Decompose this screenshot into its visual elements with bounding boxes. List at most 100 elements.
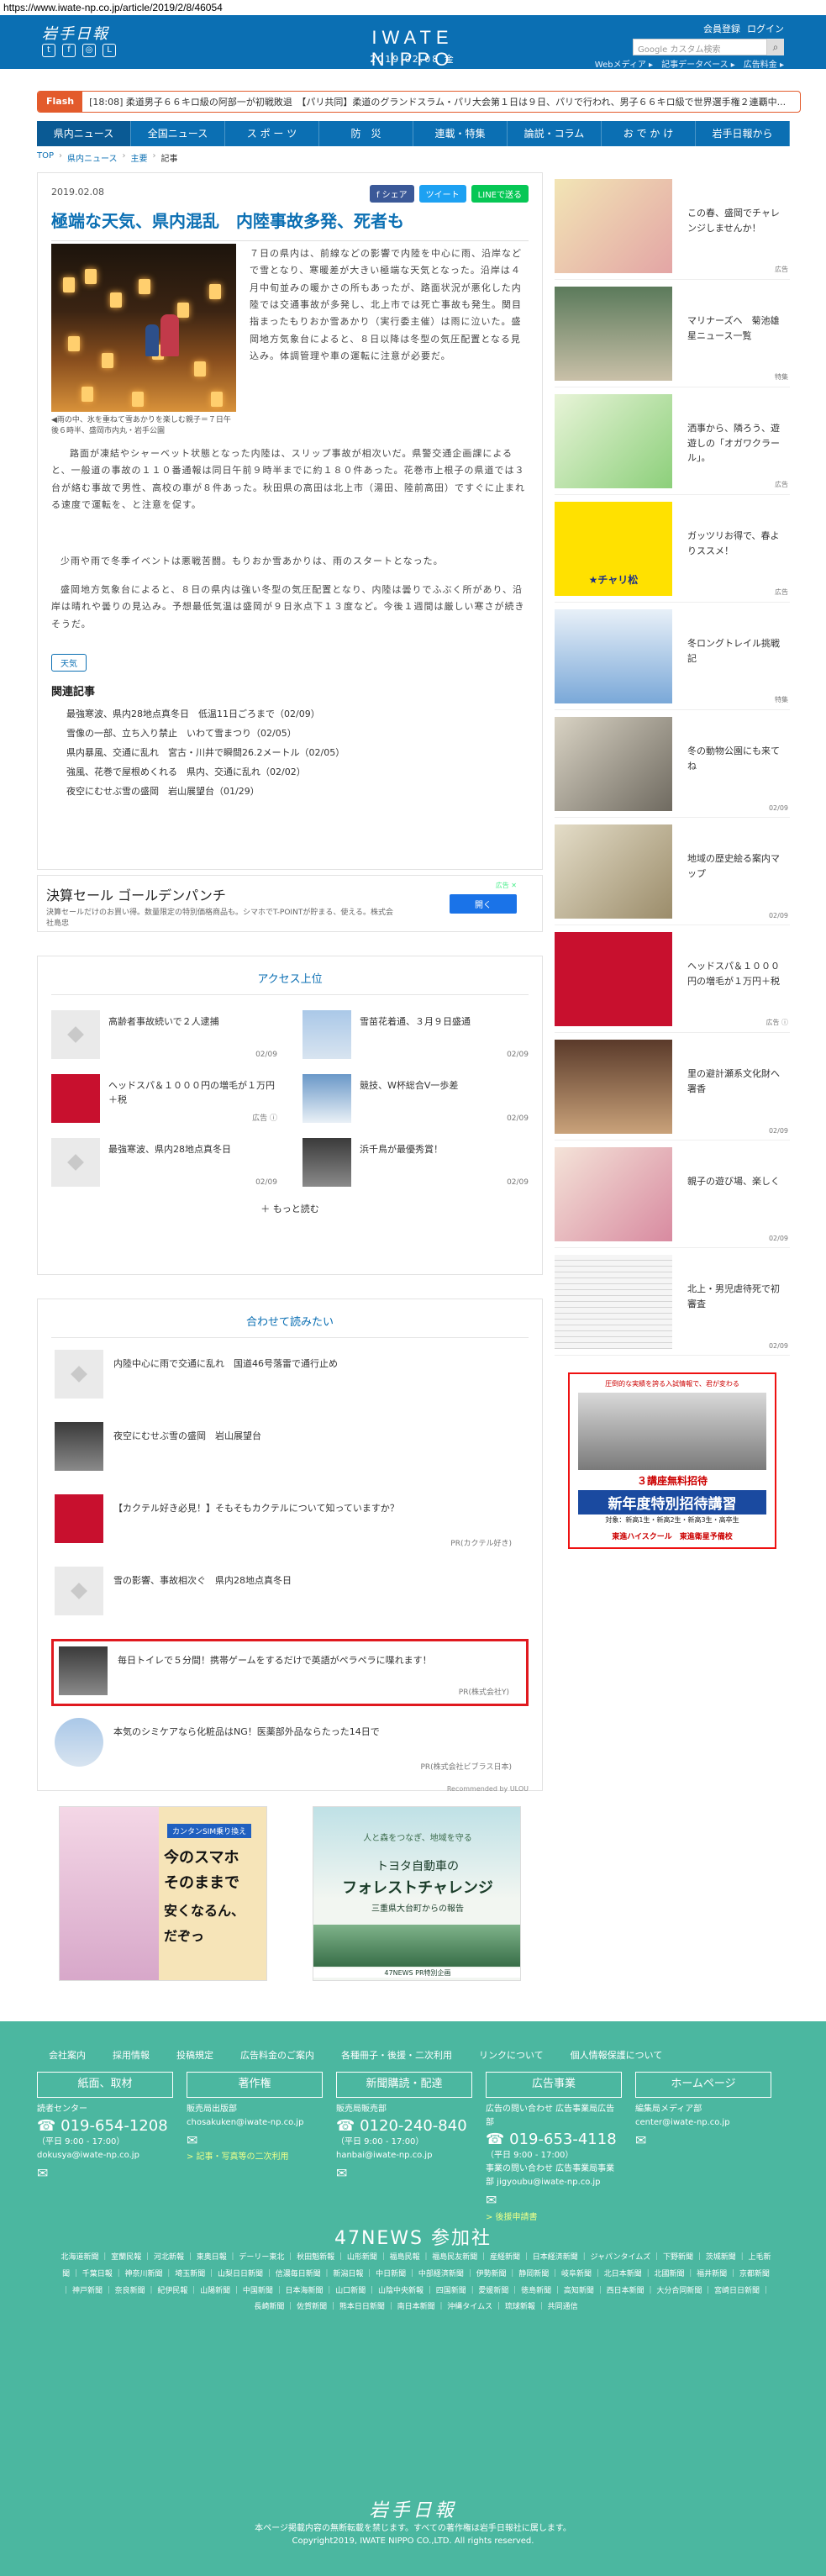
line-icon[interactable]: L [103,44,116,57]
banner-text: 人と森をつなぎ、地域を守る [363,1834,472,1843]
footer-link-rules[interactable]: 投稿規定 [176,2048,213,2062]
ranking-item[interactable]: 雪苗花着通、３月９日盛通 02/09 [303,1010,529,1059]
search-icon[interactable]: ⌕ [767,39,784,55]
footer-link-ad-rates[interactable]: 広告料金のご案内 [240,2048,314,2062]
toyota-banner[interactable]: 人と森をつなぎ、地域を守る トヨタ自動車の フォレストチャレンジ 三重県大台町か… [313,1806,521,1981]
mail-icon[interactable]: ✉ [635,2130,771,2152]
facebook-icon[interactable]: f [62,44,76,57]
side-item[interactable]: ★チャリ松 ガッツリお得で、春よりススメ！ 広告 [555,495,790,603]
recommend-item[interactable]: 【カクテル好き必見！】そもそもカクテルについて知っていますか？ PR(カクテル好… [51,1494,529,1555]
related-title: 関連記事 [51,686,96,698]
related-item[interactable]: 強風、花巻で屋根めくれる 県内、交通に乱れ（02/02） [66,762,345,782]
side-item[interactable]: 洒事から、隣ろう、遊遊しの「オガワクラール」。 広告 [555,387,790,495]
ad-banner[interactable]: 決算セール ゴールデンパンチ 決算セールだけのお買い得。数量限定の特別価格商品も… [37,875,543,932]
footer-link-company[interactable]: 会社案内 [49,2048,86,2062]
phone-number[interactable]: ☎ 019-654-1208 [37,2116,173,2136]
flash-text[interactable]: [18:08] 柔道男子６６キロ級の阿部一が初戦敗退 【パリ共同】柔道のグランド… [82,95,792,108]
browser-url[interactable]: https://www.iwate-np.co.jp/article/2019/… [0,0,826,15]
site-logo[interactable]: 岩手日報 [42,22,109,44]
breadcrumb-local[interactable]: 県内ニュース [67,151,118,164]
toshin-banner[interactable]: 圧倒的な実績を誇る入試情報で、君が変わる ３講座無料招待 新年度特別招待講習 対… [568,1372,776,1549]
mail-icon[interactable]: ✉ [187,2130,323,2152]
side-item[interactable]: 冬の動物公園にも来てね 02/09 [555,710,790,818]
search-input[interactable]: Google カスタム検索 [633,39,767,55]
twitter-icon[interactable]: t [42,44,55,57]
recommend-item[interactable]: 夜空にむせぶ雪の盛岡 岩山展望台 [51,1422,529,1483]
web-media-link[interactable]: Webメディア ▸ [595,57,653,70]
side-item[interactable]: 地域の歴史絵る案内マップ 02/09 [555,818,790,925]
ad-open-button[interactable]: 開く [450,894,517,914]
login-link[interactable]: ログイン [747,22,784,35]
nav-local-news[interactable]: 県内ニュース [37,121,131,146]
recommend-item-highlighted[interactable]: 毎日トイレで５分間！携帯ゲームをするだけで英語がペラペラに喋れます！ PR(株式… [51,1639,529,1706]
footer-box[interactable]: ホームページ [635,2072,771,2098]
ranking-item[interactable]: 高齢者事故続いで２人逮捕 02/09 [51,1010,277,1059]
footer-logo[interactable]: 岩手日報 [0,2495,826,2522]
email-link[interactable]: chosakuken@iwate-np.co.jp [187,2116,323,2130]
side-item[interactable]: マリナーズへ 菊池雄星ニュース一覧 特集 [555,280,790,387]
footer-box[interactable]: 著作権 [187,2072,323,2098]
article-photo[interactable] [51,244,236,412]
related-item[interactable]: 最強寒波、県内28地点真冬日 低温11日ごろまで（02/09） [66,704,345,724]
tweet-button[interactable]: ツイート [418,185,466,203]
ranking-item[interactable]: ヘッドスパ＆１０００円の増毛が１万円＋税 広告 ⓘ [51,1074,277,1123]
facebook-share-button[interactable]: f シェア [369,185,414,203]
ad-close-icon[interactable]: 広告 ✕ [496,881,517,890]
side-item[interactable]: ヘッドスパ＆１０００円の増毛が１万円＋税 広告 ⓘ [555,925,790,1033]
footer-label: 販売局出版部 [187,2104,237,2114]
email-link[interactable]: 事業の問い合わせ 広告事業局事業部 jigyoubu@iwate-np.co.j… [486,2162,622,2189]
footer-link-privacy[interactable]: 個人情報保護について [571,2048,663,2062]
nav-national-news[interactable]: 全国ニュース [131,121,225,146]
footer-link-booklets[interactable]: 各種冊子・後援・二次利用 [341,2048,452,2062]
breadcrumb-top[interactable]: TOP [37,151,54,164]
phone-number[interactable]: ☎ 0120-240-840 [336,2116,472,2136]
nav-disaster[interactable]: 防 災 [319,121,413,146]
register-link[interactable]: 会員登録 [703,22,740,35]
related-item[interactable]: 夜空にむせぶ雪の盛岡 岩山展望台（01/29） [66,782,345,801]
side-item[interactable]: この春、盛岡でチャレンジしませんか！ 広告 [555,172,790,280]
read-more-button[interactable]: ＋ もっと読む [51,1202,529,1215]
nav-series[interactable]: 連載・特集 [413,121,508,146]
instagram-icon[interactable]: ◎ [82,44,96,57]
nav-outing[interactable]: お で か け [602,121,696,146]
side-item[interactable]: 冬ロングトレイル挑戦記 特集 [555,603,790,710]
sim-banner[interactable]: カンタンSIM乗り換え 今のスマホ そのままで 安くなるん、 だぞっ [59,1806,267,1981]
ranking-item[interactable]: 浜千鳥が最優秀賞！ 02/09 [303,1138,529,1187]
email-link[interactable]: center@iwate-np.co.jp [635,2116,771,2130]
flash-news[interactable]: Flash [18:08] 柔道男子６６キロ級の阿部一が初戦敗退 【パリ共同】柔… [37,91,801,113]
side-item-date: 02/09 [768,1235,788,1242]
ranking-item[interactable]: 競技、W杯総合V一歩差 02/09 [303,1074,529,1123]
email-link[interactable]: dokusya@iwate-np.co.jp [37,2149,173,2162]
recommend-item[interactable]: 本気のシミケアなら化粧品はNG！医薬部外品ならたった14日で PR(株式会社ビブ… [51,1718,529,1778]
ranking-item[interactable]: 最強寒波、県内28地点真冬日 02/09 [51,1138,277,1187]
related-item[interactable]: 雪像の一部、立ち入り禁止 いわて雪まつり（02/05） [66,724,345,743]
recommend-item[interactable]: 内陸中心に雨で交通に乱れ 国道46号落雷で通行止め [51,1350,529,1410]
mail-icon[interactable]: ✉ [486,2189,622,2211]
nav-from-iwate[interactable]: 岩手日報から [696,121,790,146]
nav-editorial[interactable]: 論説・コラム [508,121,602,146]
footer-extra-link[interactable]: > 記事・写真等の二次利用 [187,2151,323,2164]
phone-number[interactable]: ☎ 019-653-4118 [486,2130,622,2149]
footer-box[interactable]: 新聞購読・配達 [336,2072,472,2098]
email-link[interactable]: hanbai@iwate-np.co.jp [336,2149,472,2162]
mail-icon[interactable]: ✉ [37,2162,173,2184]
footer-box[interactable]: 広告事業 [486,2072,622,2098]
mail-icon[interactable]: ✉ [336,2162,472,2184]
line-share-button[interactable]: LINEで送る [471,185,529,203]
recommend-credit[interactable]: Recommended by ULOU [51,1785,529,1793]
related-item[interactable]: 県内暴風、交通に乱れ 宮古・川井で瞬間26.2メートル（02/05） [66,743,345,762]
footer-box[interactable]: 紙面、取材 [37,2072,173,2098]
database-link[interactable]: 記事データベース ▸ [661,57,735,70]
breadcrumb-main[interactable]: 主要 [131,151,148,164]
nav-sports[interactable]: ス ポ ー ツ [225,121,319,146]
tag-weather[interactable]: 天気 [51,654,87,672]
recommend-item[interactable]: 雪の影響、事故相次ぐ 県内28地点真冬日 [51,1567,529,1627]
news47-papers[interactable]: 北海道新聞 ｜ 室蘭民報 ｜ 河北新報 ｜ 東奥日報 ｜ デーリー東北 ｜ 秋田… [59,2250,773,2316]
side-item[interactable]: 里の避計瀬系文化財へ署香 02/09 [555,1033,790,1140]
footer-link-links[interactable]: リンクについて [479,2048,544,2062]
side-item[interactable]: 親子の遊び場、楽しく 02/09 [555,1140,790,1248]
footer-link-recruit[interactable]: 採用情報 [113,2048,150,2062]
side-item[interactable]: 北上・男児虐待死で初審査 02/09 [555,1248,790,1356]
ad-rates-link[interactable]: 広告料金 ▸ [744,57,784,70]
footer-col-homepage: ホームページ 編集局メディア部 center@iwate-np.co.jp ✉ [635,2072,771,2225]
